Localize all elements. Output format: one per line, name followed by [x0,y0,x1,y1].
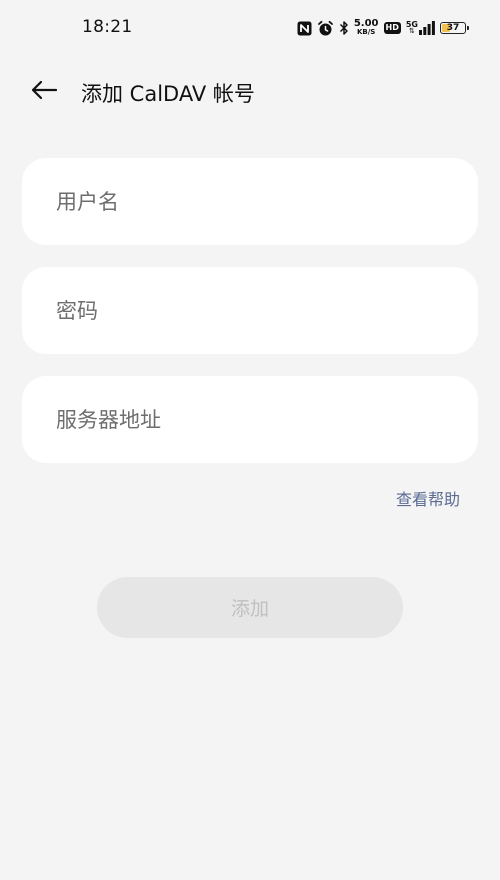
view-help-link[interactable]: 查看帮助 [396,486,460,510]
password-field[interactable] [22,267,478,354]
page-title: 添加 CalDAV 帐号 [81,82,255,106]
arrow-left-icon [30,80,58,104]
battery-icon: 37 [440,22,469,34]
signal-icon: 5G ⇅ [406,21,435,35]
alarm-icon [317,20,334,37]
username-input[interactable] [22,158,478,245]
username-field[interactable] [22,158,478,245]
hd-badge: HD [383,22,401,34]
bluetooth-icon [339,20,349,36]
network-speed-value: 5.00 [353,18,379,29]
network-speed-unit: KB/S [356,28,376,36]
header: 添加 CalDAV 帐号 [0,66,500,118]
add-button[interactable]: 添加 [97,577,403,638]
status-time: 18:21 [82,17,133,37]
battery-level: 37 [446,22,460,33]
password-input[interactable] [22,267,478,354]
back-button[interactable] [24,76,64,108]
status-bar: 18:21 5.00 KB/S HD 5G ⇅ 37 [0,0,500,56]
server-address-field[interactable] [22,376,478,463]
server-address-input[interactable] [22,376,478,463]
network-speed: 5.00 KB/S [353,18,379,37]
status-icons: 5.00 KB/S HD 5G ⇅ 37 [297,16,469,40]
nfc-icon [297,21,312,36]
